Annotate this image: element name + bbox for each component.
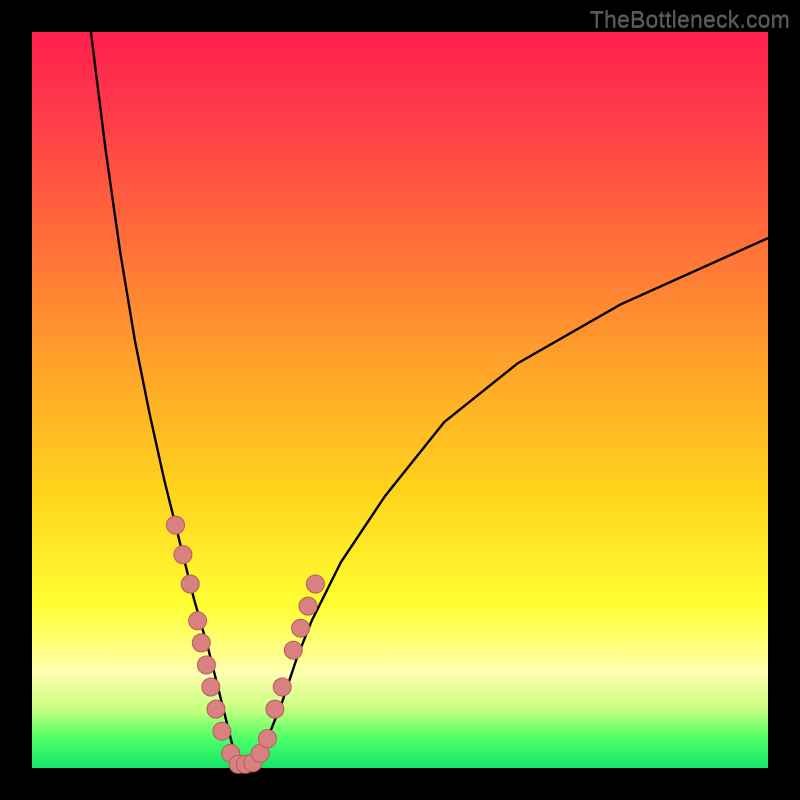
data-marker (259, 730, 277, 748)
marker-group (167, 516, 325, 773)
chart-frame: TheBottleneck.com (0, 0, 800, 800)
plot-area (32, 32, 768, 768)
data-marker (192, 634, 210, 652)
data-marker (202, 678, 220, 696)
data-marker (213, 722, 231, 740)
data-marker (266, 700, 284, 718)
data-marker (273, 678, 291, 696)
data-marker (181, 575, 199, 593)
chart-svg (32, 32, 768, 768)
bottleneck-curve (91, 32, 768, 768)
data-marker (174, 546, 192, 564)
data-marker (299, 597, 317, 615)
data-marker (306, 575, 324, 593)
data-marker (189, 612, 207, 630)
data-marker (207, 700, 225, 718)
data-marker (284, 641, 302, 659)
data-marker (292, 619, 310, 637)
data-marker (197, 656, 215, 674)
watermark-text: TheBottleneck.com (590, 6, 790, 33)
data-marker (167, 516, 185, 534)
